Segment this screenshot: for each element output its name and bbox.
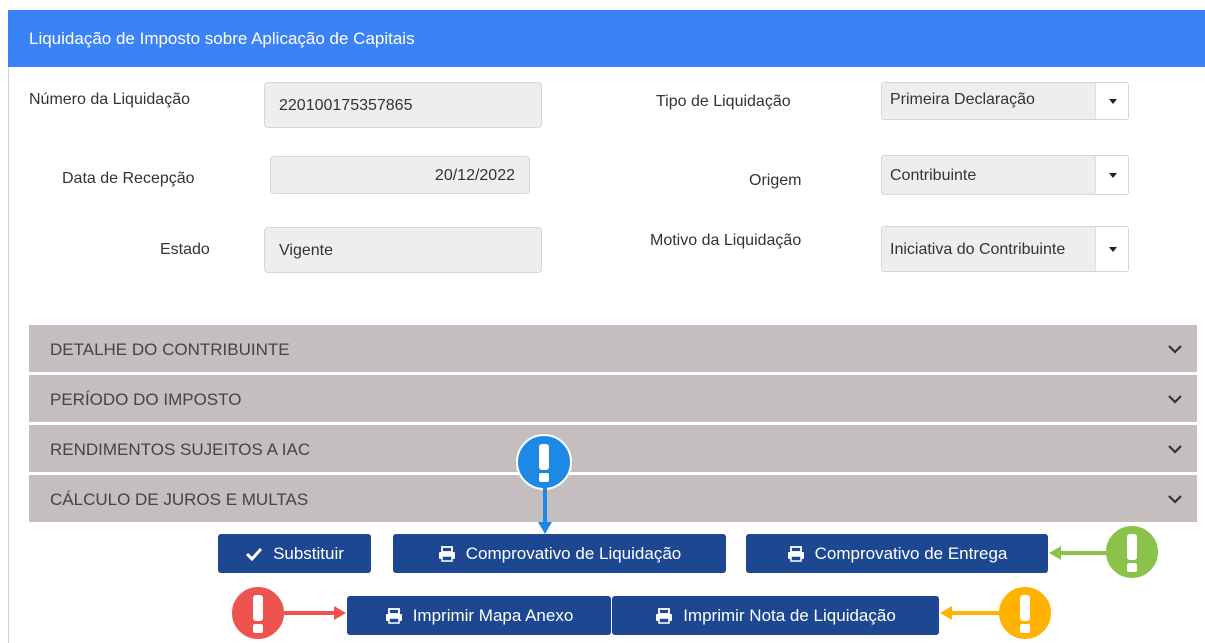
imprimir-mapa-button[interactable]: Imprimir Mapa Anexo [347,596,611,635]
origem-label: Origem [749,172,802,189]
chevron-down-icon[interactable] [1095,227,1128,271]
motivo-select-value: Iniciativa do Contribuinte [890,241,1066,258]
motivo-label: Motivo da Liquidação [650,232,802,249]
page-header: Liquidação de Imposto sobre Aplicação de… [8,10,1205,67]
tipo-select[interactable]: Primeira Declaração [881,82,1129,120]
exclamation-marker-icon [997,585,1053,641]
printer-icon [787,545,804,562]
chevron-down-icon [1168,495,1182,504]
origem-select[interactable]: Contribuinte [881,155,1129,195]
comprovativo-entrega-label: Comprovativo de Entrega [814,543,1008,563]
substituir-label: Substituir [273,543,344,563]
chevron-down-icon[interactable] [1095,83,1128,119]
comprovativo-liquidacao-button[interactable]: Comprovativo de Liquidação [393,534,726,573]
panel-label: PERÍODO DO IMPOSTO [50,390,242,409]
panel-periodo-imposto[interactable]: PERÍODO DO IMPOSTO [29,375,1197,422]
comprovativo-entrega-button[interactable]: Comprovativo de Entrega [746,534,1048,573]
data-label: Data de Recepção [62,170,195,187]
origem-select-value: Contribuinte [890,167,977,184]
chevron-down-icon [1168,445,1182,454]
printer-icon [656,607,673,624]
arrow-left-icon [1049,546,1107,560]
check-icon [246,547,263,561]
imprimir-nota-button[interactable]: Imprimir Nota de Liquidação [612,596,939,635]
panel-rendimentos-iac[interactable]: RENDIMENTOS SUJEITOS A IAC [29,425,1197,472]
arrow-right-icon [284,606,346,620]
exclamation-marker-icon [1104,524,1160,580]
imprimir-nota-label: Imprimir Nota de Liquidação [683,605,896,625]
panel-label: DETALHE DO CONTRIBUINTE [50,340,290,359]
printer-icon [385,607,402,624]
printer-icon [438,545,455,562]
substituir-button[interactable]: Substituir [218,534,371,573]
panel-detalhe-contribuinte[interactable]: DETALHE DO CONTRIBUINTE [29,325,1197,372]
comprovativo-liquidacao-label: Comprovativo de Liquidação [465,543,682,563]
imprimir-mapa-label: Imprimir Mapa Anexo [412,605,574,625]
tipo-select-value: Primeira Declaração [890,91,1035,108]
arrow-left-icon [940,606,1000,620]
arrow-down-icon [538,486,552,534]
estado-field[interactable]: Vigente [264,227,542,273]
numero-label: Número da Liquidação [29,91,190,108]
tipo-label: Tipo de Liquidação [656,93,791,110]
chevron-down-icon[interactable] [1095,156,1128,194]
panel-calculo-juros[interactable]: CÁLCULO DE JUROS E MULTAS [29,475,1197,522]
chevron-down-icon [1168,345,1182,354]
chevron-down-icon [1168,395,1182,404]
numero-field[interactable]: 220100175357865 [264,82,542,128]
motivo-select[interactable]: Iniciativa do Contribuinte [881,226,1129,272]
panel-label: RENDIMENTOS SUJEITOS A IAC [50,440,311,459]
panel-label: CÁLCULO DE JUROS E MULTAS [50,490,309,509]
exclamation-marker-icon [230,585,286,641]
data-field[interactable]: 20/12/2022 [270,156,530,194]
page-title: Liquidação de Imposto sobre Aplicação de… [29,29,415,48]
estado-label: Estado [160,241,210,258]
exclamation-marker-icon [516,434,572,490]
